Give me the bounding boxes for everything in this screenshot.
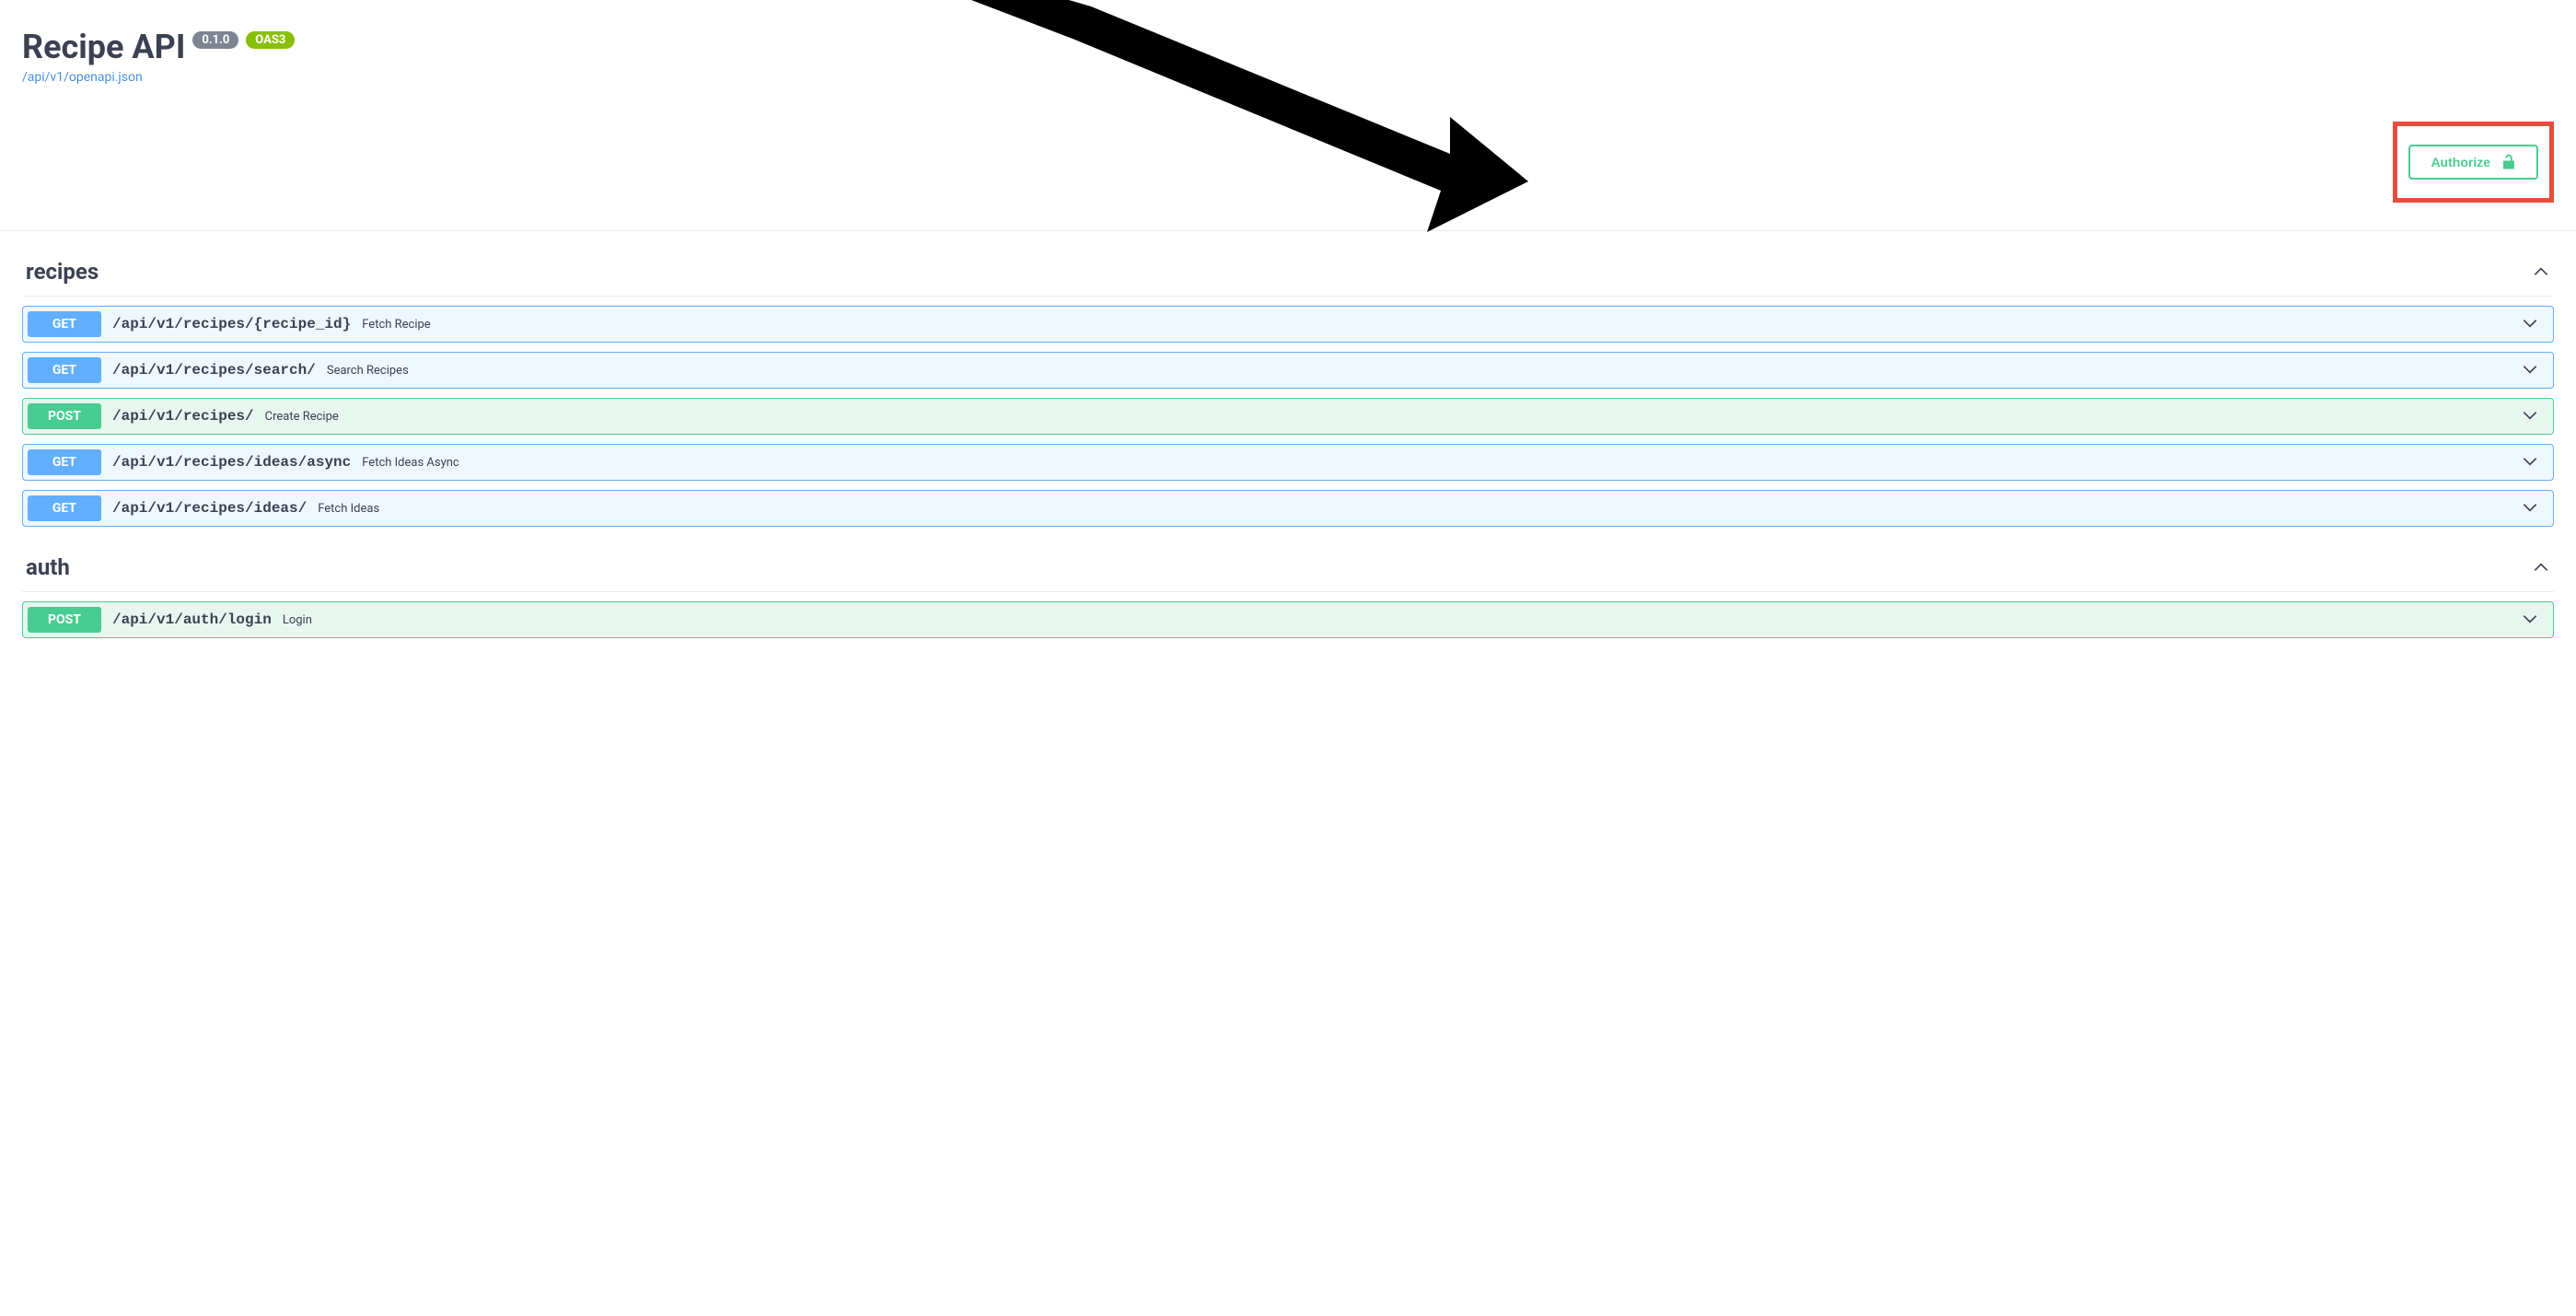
operation-summary: Fetch Ideas: [318, 502, 379, 516]
method-badge: GET: [28, 449, 101, 475]
operation-path: /api/v1/recipes/{recipe_id}: [112, 316, 351, 332]
unlock-icon: [2501, 154, 2516, 170]
chevron-up-icon: [2532, 262, 2550, 281]
chevron-down-icon: [2521, 316, 2539, 333]
authorize-highlight-box: Authorize: [2393, 122, 2554, 203]
operation-summary: Login: [283, 613, 312, 627]
chevron-down-icon: [2521, 454, 2539, 472]
tag-header-recipes[interactable]: recipes: [22, 250, 2554, 297]
authorize-button[interactable]: Authorize: [2408, 145, 2538, 180]
operations-content: recipes GET /api/v1/recipes/{recipe_id} …: [0, 231, 2576, 675]
operation-create-recipe[interactable]: POST /api/v1/recipes/ Create Recipe: [22, 398, 2554, 435]
tag-section-recipes: recipes GET /api/v1/recipes/{recipe_id} …: [22, 250, 2554, 527]
operations-list-recipes: GET /api/v1/recipes/{recipe_id} Fetch Re…: [22, 306, 2554, 527]
operations-list-auth: POST /api/v1/auth/login Login: [22, 601, 2554, 638]
method-badge: GET: [28, 495, 101, 521]
tag-title: recipes: [26, 259, 99, 285]
method-badge: POST: [28, 607, 101, 633]
spec-link[interactable]: /api/v1/openapi.json: [22, 70, 143, 85]
operation-summary: Fetch Recipe: [362, 318, 430, 332]
operation-summary: Search Recipes: [327, 364, 409, 378]
operation-fetch-ideas-async[interactable]: GET /api/v1/recipes/ideas/async Fetch Id…: [22, 444, 2554, 481]
operation-path: /api/v1/recipes/: [112, 408, 254, 425]
method-badge: GET: [28, 311, 101, 337]
tag-title: auth: [26, 554, 70, 580]
operation-path: /api/v1/auth/login: [112, 611, 272, 628]
authorize-section: Authorize: [0, 94, 2576, 231]
operation-summary: Fetch Ideas Async: [362, 456, 458, 470]
operation-search-recipes[interactable]: GET /api/v1/recipes/search/ Search Recip…: [22, 352, 2554, 389]
oas-badge: OAS3: [246, 31, 295, 49]
chevron-down-icon: [2521, 500, 2539, 518]
api-title: Recipe API: [22, 28, 185, 66]
chevron-down-icon: [2521, 408, 2539, 425]
method-badge: POST: [28, 403, 101, 429]
tag-section-auth: auth POST /api/v1/auth/login Login: [22, 545, 2554, 638]
authorize-button-label: Authorize: [2431, 155, 2490, 169]
operation-path: /api/v1/recipes/ideas/async: [112, 454, 351, 471]
api-header: Recipe API 0.1.0 OAS3 /api/v1/openapi.js…: [0, 0, 2576, 94]
chevron-down-icon: [2521, 362, 2539, 379]
operation-fetch-recipe[interactable]: GET /api/v1/recipes/{recipe_id} Fetch Re…: [22, 306, 2554, 343]
chevron-down-icon: [2521, 611, 2539, 629]
operation-login[interactable]: POST /api/v1/auth/login Login: [22, 601, 2554, 638]
operation-summary: Create Recipe: [265, 410, 339, 424]
operation-fetch-ideas[interactable]: GET /api/v1/recipes/ideas/ Fetch Ideas: [22, 490, 2554, 527]
tag-header-auth[interactable]: auth: [22, 545, 2554, 592]
operation-path: /api/v1/recipes/ideas/: [112, 500, 307, 517]
version-badge: 0.1.0: [192, 31, 238, 49]
method-badge: GET: [28, 357, 101, 383]
title-row: Recipe API 0.1.0 OAS3: [22, 28, 2554, 66]
operation-path: /api/v1/recipes/search/: [112, 362, 316, 378]
chevron-up-icon: [2532, 558, 2550, 576]
